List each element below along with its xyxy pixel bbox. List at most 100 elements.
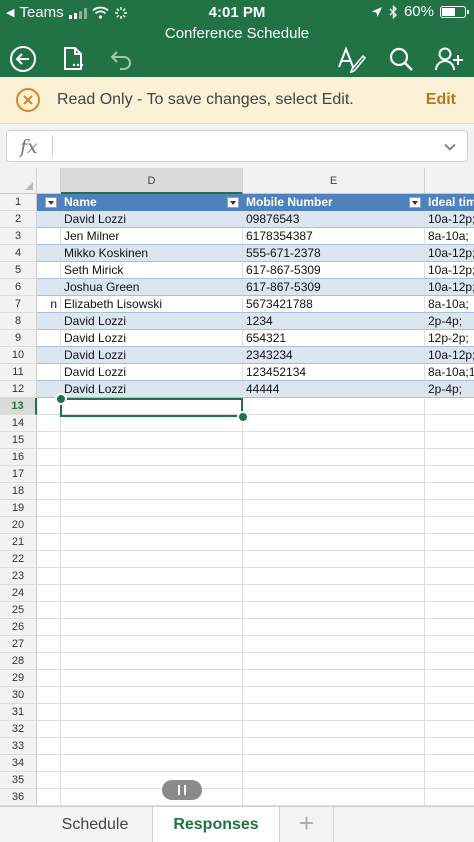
back-button[interactable]	[8, 44, 38, 74]
table-cell-d[interactable]: David Lozzi	[61, 330, 243, 347]
row-header[interactable]: 6	[0, 279, 37, 296]
table-cell-e[interactable]: 5673421788	[243, 296, 425, 313]
table-cell-f[interactable]: 10a-12p;	[425, 279, 474, 296]
empty-cell[interactable]	[37, 670, 61, 687]
row-header[interactable]: 16	[0, 449, 37, 466]
row-header[interactable]: 3	[0, 228, 37, 245]
empty-cell[interactable]	[425, 653, 474, 670]
row-header[interactable]: 9	[0, 330, 37, 347]
row-header[interactable]: 35	[0, 772, 37, 789]
empty-cell[interactable]	[61, 772, 243, 789]
empty-cell[interactable]	[61, 704, 243, 721]
row-header[interactable]: 31	[0, 704, 37, 721]
row-header[interactable]: 29	[0, 670, 37, 687]
empty-cell[interactable]	[243, 602, 425, 619]
function-icon[interactable]: fx	[20, 136, 38, 158]
column-header-e[interactable]: E	[243, 168, 425, 194]
empty-cell[interactable]	[425, 432, 474, 449]
empty-cell[interactable]	[243, 449, 425, 466]
empty-cell[interactable]	[61, 466, 243, 483]
table-cell-d[interactable]: David Lozzi	[61, 211, 243, 228]
row-header[interactable]: 1	[0, 194, 37, 211]
select-all-corner[interactable]	[0, 168, 37, 194]
column-header-d[interactable]: D	[61, 168, 243, 194]
empty-cell[interactable]	[61, 602, 243, 619]
empty-cell[interactable]	[61, 721, 243, 738]
table-cell-f[interactable]: 10a-12p;	[425, 262, 474, 279]
empty-cell[interactable]	[425, 789, 474, 806]
empty-cell[interactable]	[61, 636, 243, 653]
file-button[interactable]	[58, 44, 88, 74]
empty-cell[interactable]	[61, 738, 243, 755]
empty-cell[interactable]	[243, 568, 425, 585]
dismiss-icon[interactable]	[15, 87, 41, 113]
empty-cell[interactable]	[37, 721, 61, 738]
table-cell-c[interactable]	[37, 211, 61, 228]
empty-cell[interactable]	[243, 466, 425, 483]
row-header[interactable]: 12	[0, 381, 37, 398]
empty-cell[interactable]	[61, 517, 243, 534]
table-cell-d[interactable]: David Lozzi	[61, 347, 243, 364]
empty-cell[interactable]	[37, 653, 61, 670]
row-header[interactable]: 18	[0, 483, 37, 500]
table-cell-e[interactable]: 617-867-5309	[243, 262, 425, 279]
chevron-down-icon[interactable]	[443, 140, 457, 154]
empty-cell[interactable]	[425, 466, 474, 483]
empty-cell[interactable]	[243, 772, 425, 789]
selection-handle-bottom-right[interactable]	[237, 411, 249, 423]
empty-cell[interactable]	[425, 449, 474, 466]
empty-cell[interactable]	[425, 636, 474, 653]
empty-cell[interactable]	[61, 449, 243, 466]
table-cell-c[interactable]	[37, 347, 61, 364]
table-cell-f[interactable]: 12p-2p;	[425, 330, 474, 347]
table-cell-e[interactable]: 6178354387	[243, 228, 425, 245]
table-cell-d[interactable]: Joshua Green	[61, 279, 243, 296]
empty-cell[interactable]	[37, 687, 61, 704]
table-cell-c[interactable]	[37, 262, 61, 279]
empty-cell[interactable]	[37, 449, 61, 466]
formula-input[interactable]: fx	[6, 130, 468, 162]
row-header[interactable]: 5	[0, 262, 37, 279]
row-header[interactable]: 11	[0, 364, 37, 381]
header-cell-c[interactable]	[37, 194, 61, 211]
empty-cell[interactable]	[61, 585, 243, 602]
edit-button[interactable]: Edit	[426, 91, 456, 109]
empty-cell[interactable]	[425, 415, 474, 432]
table-cell-e[interactable]: 44444	[243, 381, 425, 398]
filter-dropdown-icon[interactable]	[409, 197, 421, 208]
empty-cell[interactable]	[37, 585, 61, 602]
empty-cell[interactable]	[37, 755, 61, 772]
row-header[interactable]: 10	[0, 347, 37, 364]
empty-cell[interactable]	[37, 619, 61, 636]
empty-cell[interactable]	[243, 738, 425, 755]
table-cell-d[interactable]: Seth Mirick	[61, 262, 243, 279]
table-cell-d[interactable]: David Lozzi	[61, 364, 243, 381]
empty-cell[interactable]	[37, 483, 61, 500]
table-cell-e[interactable]: 555-671-2378	[243, 245, 425, 262]
empty-cell[interactable]	[425, 534, 474, 551]
table-cell-e[interactable]: 123452134	[243, 364, 425, 381]
empty-cell[interactable]	[37, 568, 61, 585]
empty-cell[interactable]	[243, 534, 425, 551]
table-cell-f[interactable]: 8a-10a;1	[425, 364, 474, 381]
empty-cell[interactable]	[425, 704, 474, 721]
table-cell-e[interactable]: 1234	[243, 313, 425, 330]
table-cell-e[interactable]: 654321	[243, 330, 425, 347]
empty-cell[interactable]	[425, 619, 474, 636]
empty-cell[interactable]	[243, 483, 425, 500]
empty-cell[interactable]	[37, 602, 61, 619]
undo-button[interactable]	[106, 44, 136, 74]
empty-cell[interactable]	[61, 551, 243, 568]
row-header[interactable]: 7	[0, 296, 37, 313]
pause-icon[interactable]	[162, 780, 202, 800]
empty-cell[interactable]	[243, 585, 425, 602]
row-header[interactable]: 25	[0, 602, 37, 619]
header-cell-mobile[interactable]: Mobile Number	[243, 194, 425, 211]
table-cell-f[interactable]: 10a-12p;	[425, 211, 474, 228]
row-header[interactable]: 24	[0, 585, 37, 602]
empty-cell[interactable]	[425, 500, 474, 517]
table-cell-c[interactable]: n	[37, 296, 61, 313]
row-header[interactable]: 4	[0, 245, 37, 262]
row-header[interactable]: 17	[0, 466, 37, 483]
empty-cell[interactable]	[243, 619, 425, 636]
